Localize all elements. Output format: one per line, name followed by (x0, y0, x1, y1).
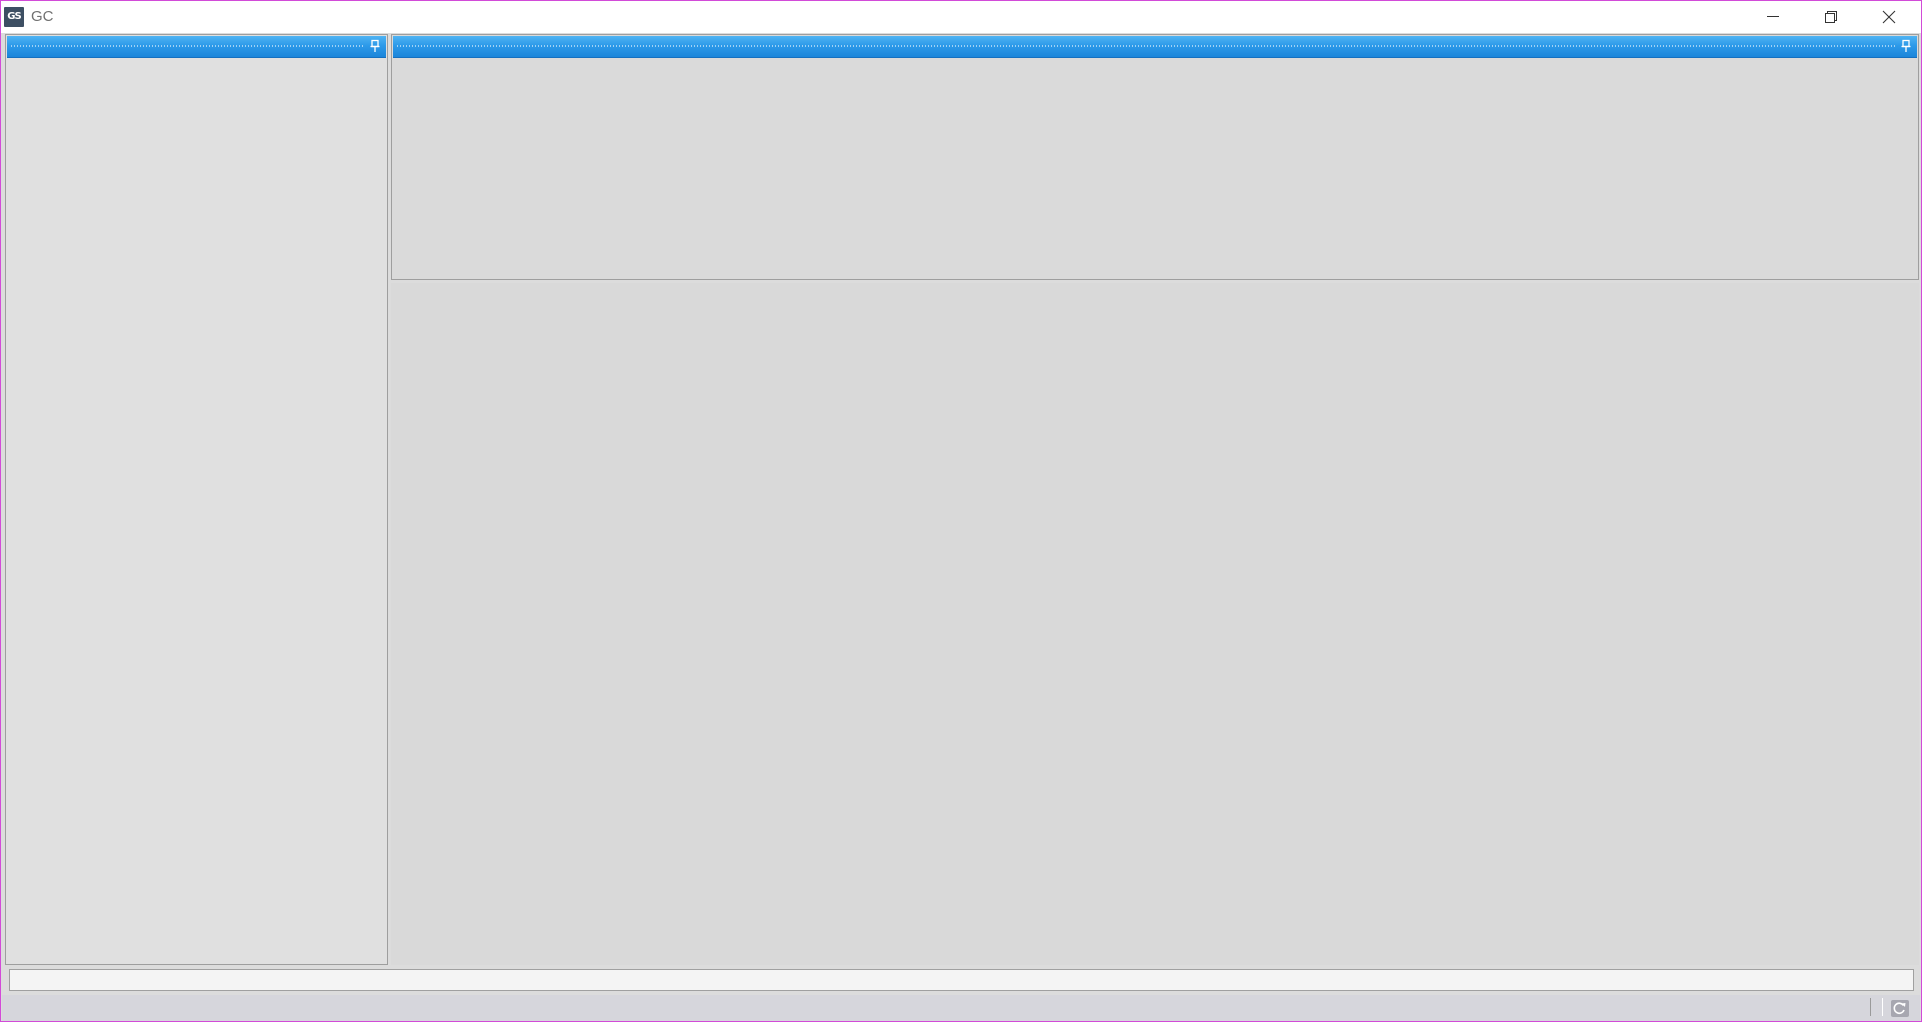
header-grip (11, 45, 364, 47)
status-bar (2, 995, 1920, 1021)
top-panel-header[interactable] (393, 36, 1917, 58)
top-dock-panel (391, 34, 1919, 280)
left-panel-header[interactable] (7, 36, 386, 58)
status-cell (1870, 998, 1883, 1016)
restore-button[interactable] (1803, 1, 1861, 33)
window-title: GC (31, 8, 54, 25)
command-input[interactable] (9, 969, 1914, 991)
minimize-button[interactable] (1745, 1, 1803, 33)
left-dock-panel (5, 34, 388, 965)
pin-icon[interactable] (1899, 39, 1913, 53)
main-workspace[interactable] (391, 283, 1919, 965)
close-icon (1882, 10, 1896, 24)
app-icon: GS (4, 7, 24, 27)
minimize-icon (1767, 16, 1779, 17)
pin-icon[interactable] (368, 39, 382, 53)
refresh-icon[interactable] (1891, 1000, 1909, 1017)
title-bar[interactable]: GS GC (1, 1, 1921, 33)
close-button[interactable] (1861, 1, 1919, 33)
header-grip (397, 45, 1895, 47)
app-window: GS GC (0, 0, 1922, 1022)
restore-icon (1825, 11, 1837, 23)
